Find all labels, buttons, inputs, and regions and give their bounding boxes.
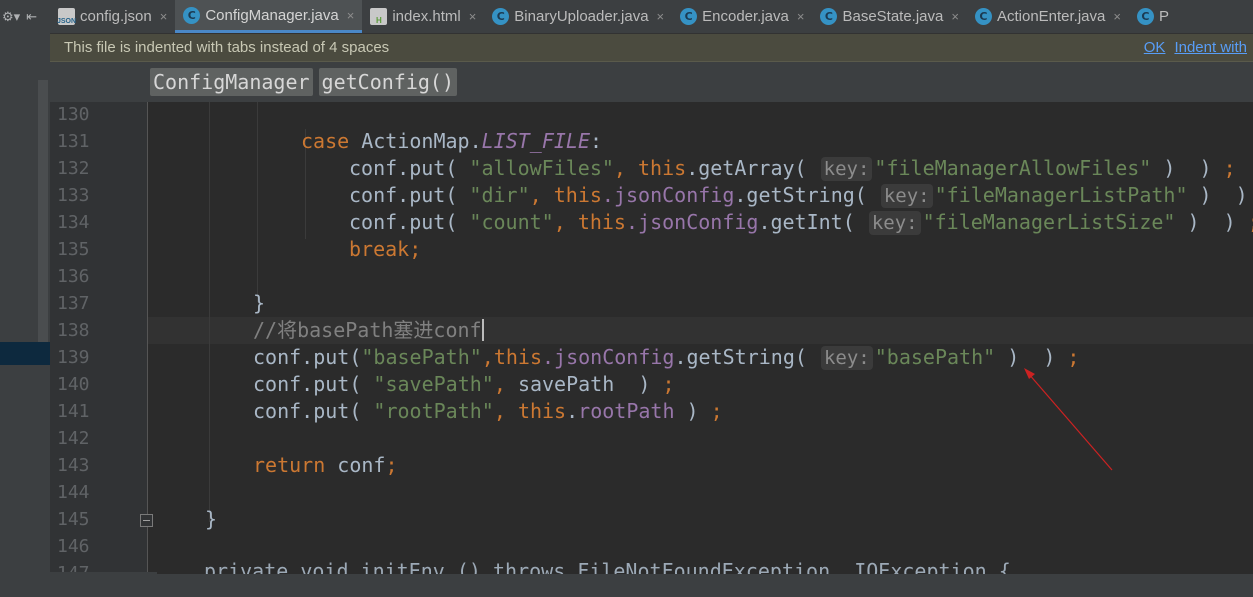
java-class-icon: C bbox=[974, 8, 992, 25]
line-number: 142 bbox=[57, 428, 90, 449]
java-class-icon: C bbox=[680, 8, 698, 25]
line-number: 138 bbox=[57, 320, 90, 341]
close-icon[interactable]: × bbox=[657, 9, 665, 24]
tab-label: BinaryUploader.java bbox=[514, 8, 649, 25]
tab-label: ActionEnter.java bbox=[996, 8, 1106, 25]
ok-link[interactable]: OK bbox=[1144, 39, 1166, 56]
tab-label: config.json bbox=[80, 8, 152, 25]
param-hint: key: bbox=[820, 157, 873, 181]
notification-message: This file is indented with tabs instead … bbox=[64, 39, 390, 56]
tab-truncated[interactable]: C P bbox=[1129, 0, 1177, 33]
line-number: 143 bbox=[57, 455, 90, 476]
param-hint: key: bbox=[820, 346, 873, 370]
project-selected-row[interactable] bbox=[0, 342, 50, 365]
java-class-icon: C bbox=[492, 8, 510, 25]
line-number: 134 bbox=[57, 212, 90, 233]
code-line-139: conf.put("basePath",this.jsonConfig.getS… bbox=[253, 345, 1080, 370]
code-line-140: conf.put( "savePath", savePath ) ; bbox=[253, 372, 675, 396]
tab-action-enter[interactable]: C ActionEnter.java × bbox=[967, 0, 1129, 33]
tab-label: P bbox=[1158, 8, 1169, 25]
line-number: 145 bbox=[57, 509, 90, 530]
line-number: 140 bbox=[57, 374, 90, 395]
code-line-147: private void initEnv () throws FileNotFo… bbox=[204, 560, 1011, 574]
close-icon[interactable]: × bbox=[469, 9, 477, 24]
line-number: 141 bbox=[57, 401, 90, 422]
code-line-137: } bbox=[253, 291, 266, 315]
line-number: 132 bbox=[57, 158, 90, 179]
line-number: 146 bbox=[57, 536, 90, 557]
text-caret bbox=[481, 319, 484, 341]
param-hint: key: bbox=[868, 211, 921, 235]
tab-label: index.html bbox=[392, 8, 461, 25]
java-class-icon: C bbox=[1136, 8, 1154, 25]
line-number: 130 bbox=[57, 104, 90, 125]
indent-guide bbox=[209, 102, 210, 522]
code-line-138: //将basePath塞进conf bbox=[253, 318, 484, 342]
indent-with-link[interactable]: Indent with bbox=[1174, 39, 1247, 56]
code-line-134: conf.put( "count", this.jsonConfig.getIn… bbox=[349, 210, 1253, 235]
collapse-icon[interactable]: ⇤ bbox=[26, 10, 37, 25]
tab-label: BaseState.java bbox=[842, 8, 944, 25]
param-hint: key: bbox=[880, 184, 933, 208]
tab-index-html[interactable]: H index.html × bbox=[362, 0, 484, 33]
line-number-gutter: 130 131 132 133 134 135 136 137 138 139 … bbox=[50, 102, 153, 597]
line-number: 139 bbox=[57, 347, 90, 368]
java-class-icon: C bbox=[183, 6, 201, 24]
line-number: 144 bbox=[57, 482, 90, 503]
annotation-arrow-icon bbox=[1024, 368, 1113, 471]
tab-binary-uploader[interactable]: C BinaryUploader.java × bbox=[484, 0, 672, 33]
code-line-141: conf.put( "rootPath", this.rootPath ) ; bbox=[253, 399, 723, 423]
project-scrollbar[interactable] bbox=[38, 80, 48, 355]
tab-config-manager[interactable]: C ConfigManager.java × bbox=[175, 0, 363, 33]
line-number: 137 bbox=[57, 293, 90, 314]
java-class-icon: C bbox=[820, 8, 838, 25]
gutter-bottom bbox=[0, 572, 148, 597]
html-file-icon: H bbox=[370, 8, 388, 25]
tab-label: Encoder.java bbox=[702, 8, 789, 25]
tab-config-json[interactable]: JSON config.json × bbox=[50, 0, 175, 33]
tab-base-state[interactable]: C BaseState.java × bbox=[812, 0, 967, 33]
code-line-133: conf.put( "dir", this.jsonConfig.getStri… bbox=[349, 183, 1248, 208]
line-number: 136 bbox=[57, 266, 90, 287]
line-number: 135 bbox=[57, 239, 90, 260]
json-file-icon: JSON bbox=[57, 8, 76, 25]
code-line-143: return conf; bbox=[253, 453, 398, 477]
code-line-132: conf.put( "allowFiles", this.getArray( k… bbox=[349, 156, 1236, 181]
line-number: 133 bbox=[57, 185, 90, 206]
close-icon[interactable]: × bbox=[951, 9, 959, 24]
code-editor[interactable]: case ActionMap.LIST_FILE: conf.put( "all… bbox=[148, 102, 1253, 572]
code-line-135: break; bbox=[349, 237, 422, 261]
close-icon[interactable]: × bbox=[347, 8, 355, 23]
tab-encoder[interactable]: C Encoder.java × bbox=[672, 0, 812, 33]
horizontal-scrollbar[interactable] bbox=[148, 572, 1253, 597]
tab-label: ConfigManager.java bbox=[205, 6, 339, 24]
code-line-131: case ActionMap.LIST_FILE: bbox=[301, 129, 603, 153]
close-icon[interactable]: × bbox=[1113, 9, 1121, 24]
close-icon[interactable]: × bbox=[160, 9, 168, 24]
editor-tab-bar: JSON config.json × C ConfigManager.java … bbox=[50, 0, 1253, 34]
breadcrumb: ConfigManager getConfig() bbox=[50, 62, 1253, 102]
breadcrumb-method[interactable]: getConfig() bbox=[318, 68, 457, 96]
line-number: 131 bbox=[57, 131, 90, 152]
indent-notification: This file is indented with tabs instead … bbox=[50, 34, 1253, 62]
partially-visible-line: private void initEnv () throws FileNotFo… bbox=[157, 560, 1253, 574]
indent-guide bbox=[257, 102, 258, 302]
close-icon[interactable]: × bbox=[797, 9, 805, 24]
breadcrumb-class[interactable]: ConfigManager bbox=[150, 68, 313, 96]
code-line-145: } bbox=[205, 507, 218, 531]
panel-tools: ⚙▾ ⇤ bbox=[0, 0, 50, 34]
gear-icon[interactable]: ⚙▾ bbox=[2, 10, 20, 25]
